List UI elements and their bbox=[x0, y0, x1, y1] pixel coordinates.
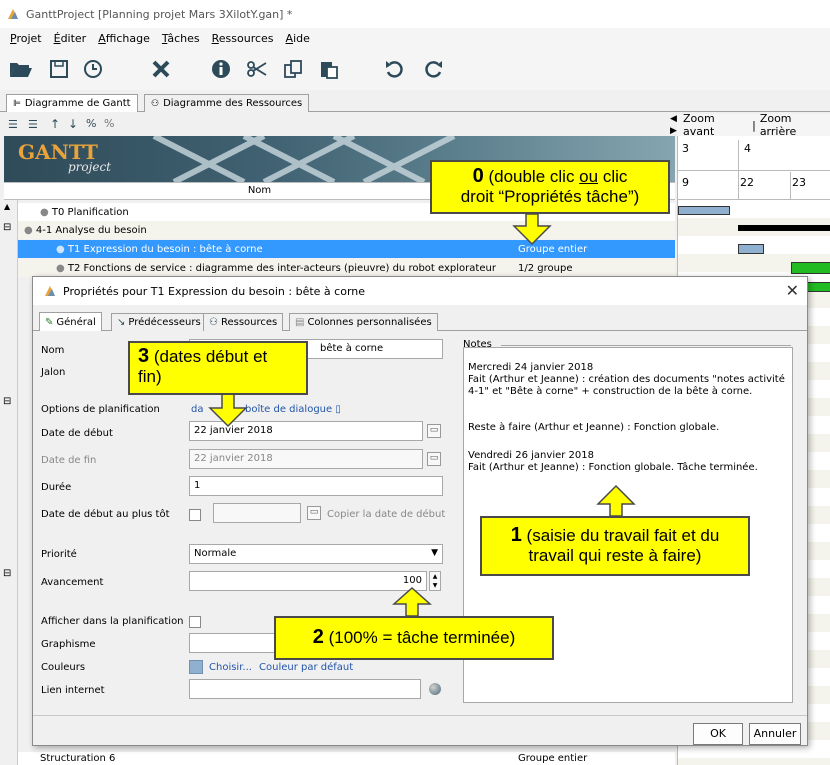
annotation-1: 1 (saisie du travail fait et du travail … bbox=[480, 516, 750, 576]
annotation-3: 3 (dates début et fin) bbox=[128, 341, 308, 395]
annotation-2: 2 (100% = tâche terminée) bbox=[274, 616, 554, 660]
annotation-0: 0 (double clic ou clic droit “Propriétés… bbox=[430, 160, 670, 214]
